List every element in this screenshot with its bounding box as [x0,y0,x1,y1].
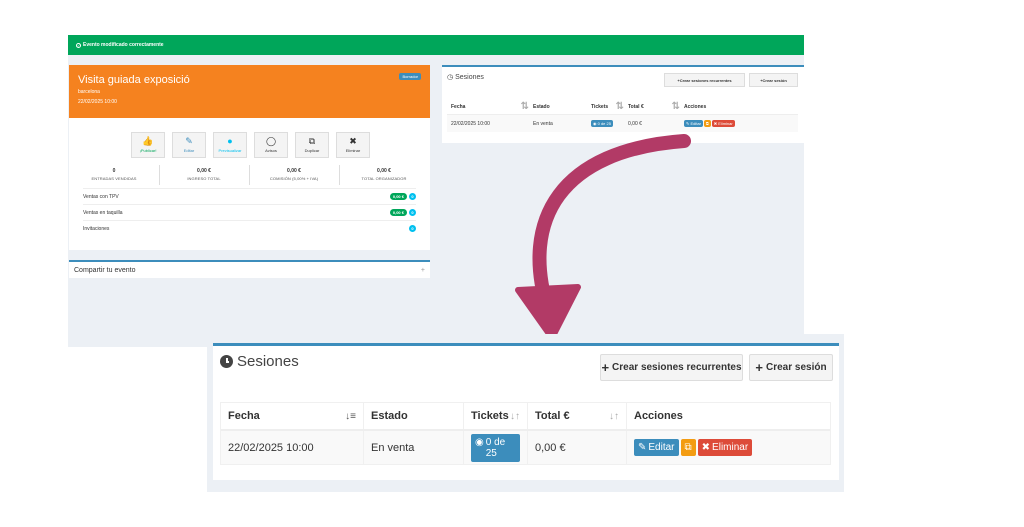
pencil-icon: ✎ [638,442,647,453]
sort-icon[interactable]: ↓↑ [510,411,520,422]
plus-icon: + [601,360,610,375]
create-recurring-sessions-button[interactable]: + Crear sesiones recurrentes [600,354,743,381]
sessions-table: Fecha ↓≡ Estado Tickets ↓↑ Total € ↓↑ Ac… [220,402,831,465]
column-header-actions: Acciones [634,410,683,422]
sessions-title: Sesiones [220,353,299,370]
column-header-date[interactable]: Fecha ↓≡ [221,403,364,429]
column-header-status: Estado [364,403,464,429]
edit-session-button[interactable]: ✎ Editar [634,439,679,456]
session-status: En venta [364,431,464,464]
plus-icon: + [755,360,763,375]
tickets-badge[interactable]: ◉ 0 de 25 [471,433,520,462]
table-row: 22/02/2025 10:00 En venta ◉ 0 de 25 0,00… [221,431,830,464]
session-total: 0,00 € [528,431,627,464]
copy-icon: ⧉ [684,442,692,453]
column-header-total[interactable]: Total € ↓↑ [528,403,627,429]
sort-desc-icon[interactable]: ↓≡ [345,411,356,422]
session-date: 22/02/2025 10:00 [221,431,364,464]
close-icon: ✖ [701,442,711,453]
duplicate-session-button[interactable]: ⧉ [680,439,696,456]
sessions-box: Sesiones + Crear sesiones recurrentes + … [213,343,839,480]
sort-icon[interactable]: ↓↑ [609,411,619,422]
delete-session-button[interactable]: ✖ Eliminar [697,439,753,456]
column-header-tickets[interactable]: Tickets ↓↑ [464,403,528,429]
clock-icon [220,355,233,368]
create-session-button[interactable]: + Crear sesión [749,354,833,381]
sessions-zoom-panel: Sesiones + Crear sesiones recurrentes + … [207,334,844,492]
eye-icon: ◉ [475,436,484,448]
table-header: Fecha ↓≡ Estado Tickets ↓↑ Total € ↓↑ Ac… [221,403,830,431]
